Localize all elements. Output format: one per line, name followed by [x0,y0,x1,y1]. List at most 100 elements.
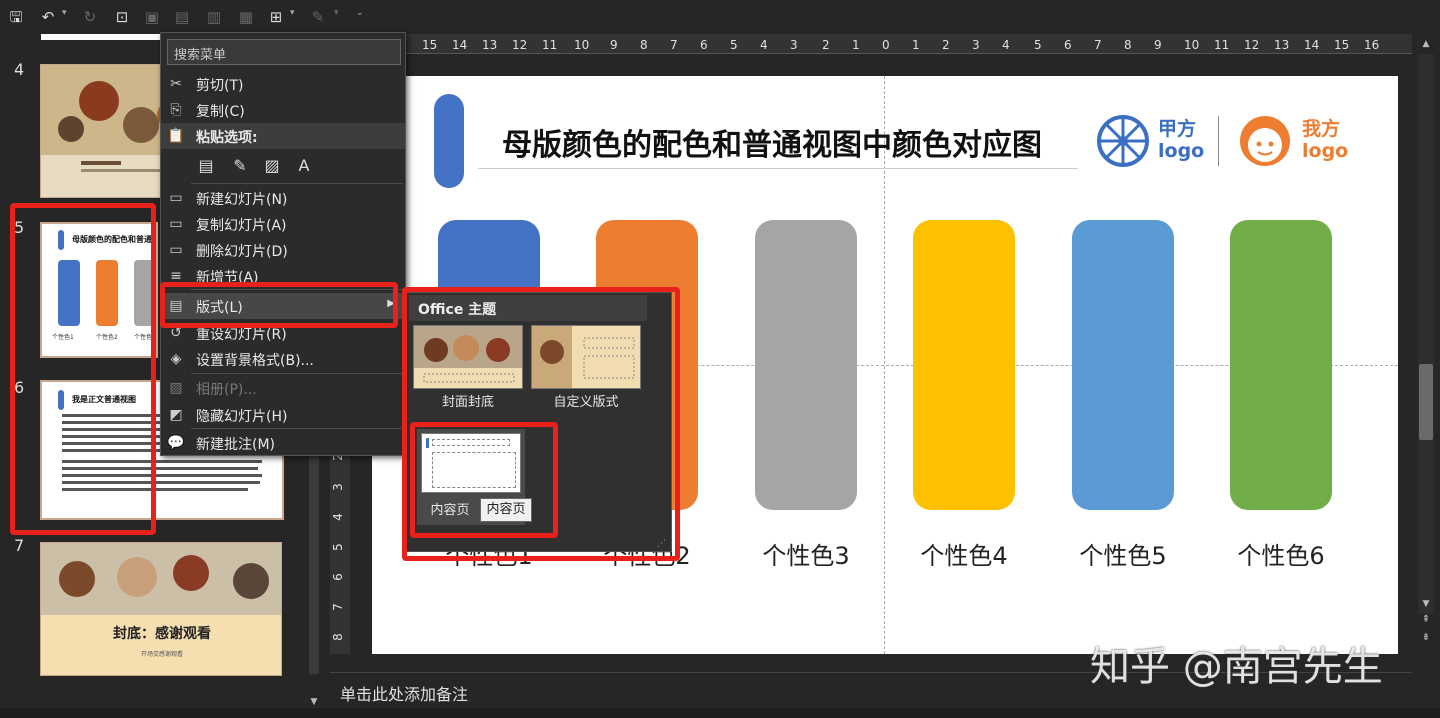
scroll-down-icon[interactable]: ▼ [1418,596,1434,612]
ruler-tick: 3 [972,38,980,52]
characters-image-icon [41,543,281,615]
slide-thumbnail-7[interactable]: 封底：感谢观看 开场交感谢观看 [40,542,282,676]
menu-item-format-background[interactable]: ◈ 设置背景格式(B)... [161,346,405,372]
ruler-tick: 11 [542,38,558,52]
title-accent-pill[interactable] [434,94,464,188]
monkey-logo-icon[interactable] [1238,114,1292,168]
ruler-tick: 12 [512,38,528,52]
menu-item-copy[interactable]: ⎘ 复制(C) [161,97,405,123]
color-label-3[interactable]: 个性色3 [736,536,876,571]
highlight-box-layout-item [160,282,398,328]
scroll-track[interactable] [1418,54,1434,614]
scissors-icon: ✂ [170,76,182,92]
ruler-tick: 3 [330,483,345,491]
menu-item-new-comment[interactable]: 💬 新建批注(M) [161,430,405,456]
paste-keep-format-icon[interactable]: ✎ [229,155,251,177]
group-icon[interactable]: ▤ [172,7,192,27]
present-icon[interactable]: ⊡ [112,7,132,27]
logo-divider [1218,116,1219,166]
ruler-tick: 0 [882,38,890,52]
ungroup-icon[interactable]: ▥ [204,7,224,27]
ruler-tick: 3 [790,38,798,52]
logo-b-text: 我方 logo [1302,118,1348,162]
arrange-icon[interactable]: ▣ [142,7,162,27]
editor-vertical-scrollbar[interactable]: ▲ ▼ ⇞ ⇟ [1412,34,1440,654]
powerpoint-window: 🖫 ↶ ▾ ↻ ⊡ ▣ ▤ ▥ ▦ ⊞ ▾ ✎ ▾ ⌄ ▼ 4 5 母版颜色的配… [0,0,1440,718]
save-icon[interactable]: 🖫 [6,7,26,27]
menu-search-input[interactable]: 搜索菜单 [167,39,401,65]
scroll-thumb[interactable] [1419,364,1433,440]
menu-item-duplicate-slide[interactable]: ▭ 复制幻灯片(A) [161,211,405,237]
menu-separator [191,373,403,374]
ruler-tick: 13 [482,38,498,52]
logo-b-line2: logo [1302,140,1349,162]
menu-item-label: 新建幻灯片(N) [196,192,288,208]
logo-b-line1: 我方 [1302,118,1341,140]
thumb-subtitle: 开场交感谢观看 [140,651,183,658]
ruler-tick: 7 [330,603,345,611]
delete-slide-icon: ▭ [169,242,183,258]
horizontal-ruler: 15 14 13 12 11 10 9 8 7 6 5 4 3 2 1 0 1 … [330,34,1412,54]
quick-access-toolbar: 🖫 ↶ ▾ ↻ ⊡ ▣ ▤ ▥ ▦ ⊞ ▾ ✎ ▾ ⌄ [0,0,1440,34]
ruler-tick: 15 [1334,38,1350,52]
menu-item-label: 相册(P)... [196,382,257,398]
logo-a-line1: 甲方 [1158,118,1197,140]
menu-item-new-slide[interactable]: ▭ 新建幻灯片(N) [161,185,405,211]
menu-item-paste-options: 📋 粘贴选项: [161,123,405,149]
color-bar-4[interactable] [913,220,1015,510]
ruler-tick: 15 [422,38,438,52]
align-dropdown-icon[interactable]: ▾ [290,8,295,18]
color-label-6[interactable]: 个性色6 [1211,536,1351,571]
align-icon[interactable]: ⊞ [266,7,286,27]
redo-icon[interactable]: ↻ [80,7,100,27]
color-label-4[interactable]: 个性色4 [894,536,1034,571]
color-bar-6[interactable] [1230,220,1332,510]
undo-icon[interactable]: ↶ [38,7,58,27]
thumb-title: 封底：感谢观看 [113,626,211,642]
ruler-tick: 6 [700,38,708,52]
logo-a-line2: logo [1158,140,1205,162]
ruler-tick: 8 [330,633,345,641]
ruler-tick: 6 [330,573,345,581]
ruler-tick: 16 [1364,38,1380,52]
copy-icon: ⎘ [170,102,182,118]
menu-item-label: 剪切(T) [196,78,244,94]
undo-dropdown-icon[interactable]: ▾ [62,8,67,18]
paste-use-destination-icon[interactable]: ▤ [195,155,217,177]
ruler-tick: 5 [1034,38,1042,52]
notes-placeholder[interactable]: 单击此处添加备注 [340,681,468,705]
menu-item-label: 复制幻灯片(A) [196,218,287,234]
color-bar-3[interactable] [755,220,857,510]
color-bar-5[interactable] [1072,220,1174,510]
menu-item-cut[interactable]: ✂ 剪切(T) [161,71,405,97]
paste-picture-icon[interactable]: ▨ [261,155,283,177]
slide-title[interactable]: 母版颜色的配色和普通视图中颜色对应图 [502,120,1042,164]
shape-icon[interactable]: ✎ [308,7,328,27]
ruler-tick: 2 [942,38,950,52]
ruler-tick: 1 [852,38,860,52]
duplicate-slide-icon: ▭ [169,216,183,232]
ruler-tick: 6 [1064,38,1072,52]
menu-item-delete-slide[interactable]: ▭ 删除幻灯片(D) [161,237,405,263]
ruler-tick: 4 [760,38,768,52]
scroll-up-icon[interactable]: ▲ [1418,36,1434,52]
status-bar [0,708,1440,718]
customize-icon[interactable]: ⌄ [356,8,364,18]
ruler-tick: 14 [452,38,468,52]
format-icon[interactable]: ▦ [236,7,256,27]
highlight-box-slides [10,203,156,535]
new-slide-icon: ▭ [169,190,183,206]
ruler-tick: 5 [730,38,738,52]
color-label-5[interactable]: 个性色5 [1053,536,1193,571]
ruler-tick: 7 [670,38,678,52]
paste-options-row: ▤ ✎ ▨ A [195,153,395,181]
shape-dropdown-icon[interactable]: ▾ [334,8,339,18]
paste-text-only-icon[interactable]: A [293,155,315,177]
menu-item-hide-slide[interactable]: ◩ 隐藏幻灯片(H) [161,402,405,428]
hide-slide-icon: ◩ [169,407,183,423]
album-icon: ▨ [169,380,183,396]
previous-slide-icon[interactable]: ⇞ [1418,614,1434,630]
wheel-logo-icon[interactable] [1096,114,1150,168]
next-slide-icon[interactable]: ⇟ [1418,632,1434,648]
menu-search-placeholder: 搜索菜单 [174,48,227,63]
